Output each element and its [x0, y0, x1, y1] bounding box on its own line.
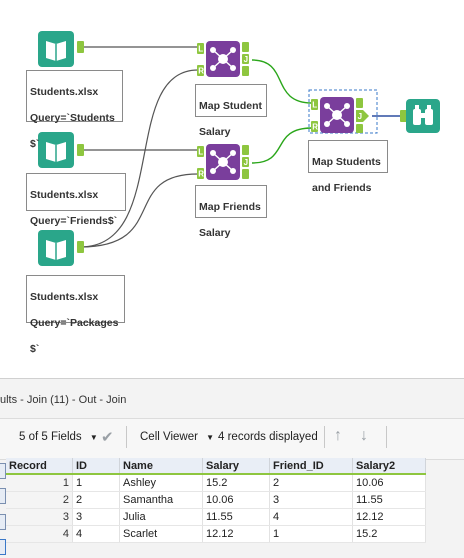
record-cell[interactable]: 4: [6, 525, 73, 543]
annotation-line: Query=`Packages: [30, 317, 119, 329]
annotation-line: Map Friends: [199, 201, 261, 213]
results-table: Record ID Name Salary Friend_ID Salary2 …: [6, 458, 426, 543]
table-cell[interactable]: 1: [72, 474, 120, 492]
column-header[interactable]: Salary: [202, 458, 270, 475]
input-data-tool[interactable]: [38, 31, 76, 72]
annotation-line: $`: [30, 343, 40, 355]
arrow-up-icon[interactable]: ↑: [334, 427, 342, 445]
column-header[interactable]: ID: [72, 458, 120, 475]
table-cell[interactable]: Ashley: [119, 474, 203, 492]
annotation-line: Students.xlsx: [30, 291, 99, 303]
table-cell[interactable]: 1: [269, 525, 353, 543]
table-cell[interactable]: 11.55: [202, 508, 270, 526]
join-icon: L R J: [197, 144, 249, 180]
table-cell[interactable]: 10.06: [202, 491, 270, 509]
fields-selector[interactable]: 5 of 5 Fields ▼: [19, 431, 98, 443]
browse-tool[interactable]: [406, 99, 440, 138]
fields-label: 5 of 5 Fields: [19, 431, 82, 443]
table-row[interactable]: 4 4 Scarlet 12.12 1 15.2: [6, 525, 426, 543]
table-cell[interactable]: 3: [72, 508, 120, 526]
column-header[interactable]: Salary2: [352, 458, 426, 475]
table-cell[interactable]: 15.2: [352, 525, 426, 543]
annotation-line: Query=`Students: [30, 112, 115, 124]
table-cell[interactable]: 4: [269, 508, 353, 526]
annotation-line: $`: [30, 138, 40, 150]
record-cell[interactable]: 1: [6, 474, 73, 492]
workflow-canvas[interactable]: Students.xlsx Query=`Students $` Student…: [0, 0, 464, 378]
tool-annotation[interactable]: Map Students and Friends: [308, 140, 388, 194]
table-header-row: Record ID Name Salary Friend_ID Salary2: [6, 458, 426, 475]
binoculars-icon: [406, 99, 440, 133]
chevron-down-icon: ▼: [206, 433, 215, 442]
tool-annotation[interactable]: Map Friends Salary: [195, 185, 267, 239]
table-cell[interactable]: 2: [72, 491, 120, 509]
join-icon: L R J: [197, 41, 249, 77]
annotation-line: and Friends: [312, 182, 372, 194]
anchor-label-join: J: [244, 55, 248, 64]
table-cell[interactable]: 11.55: [352, 491, 426, 509]
toolbar-divider: [126, 426, 127, 448]
anchor-label-right: R: [198, 67, 204, 76]
annotation-line: Salary: [199, 126, 231, 138]
records-displayed: 4 records displayed: [218, 431, 318, 443]
record-cell[interactable]: 3: [6, 508, 73, 526]
apply-checkmark-icon[interactable]: ✔: [101, 428, 114, 446]
table-cell[interactable]: 3: [269, 491, 353, 509]
annotation-line: Map Students: [312, 156, 381, 168]
join-tool[interactable]: L R J: [197, 40, 253, 83]
table-cell[interactable]: Samantha: [119, 491, 203, 509]
anchor-label-join: J: [244, 158, 248, 167]
toolbar-divider: [324, 426, 325, 448]
table-cell[interactable]: 2: [269, 474, 353, 492]
table-cell[interactable]: 15.2: [202, 474, 270, 492]
toolbar-divider: [386, 426, 387, 448]
cell-viewer-selector[interactable]: Cell Viewer ▼: [140, 431, 214, 443]
anchor-label-right: R: [312, 123, 318, 132]
table-cell[interactable]: Scarlet: [119, 525, 203, 543]
record-cell[interactable]: 2: [6, 491, 73, 509]
arrow-down-icon[interactable]: ↓: [360, 427, 368, 445]
tool-annotation[interactable]: Students.xlsx Query=`Students $`: [26, 70, 123, 150]
anchor-label-left: L: [312, 101, 317, 110]
join-tool-selected[interactable]: L R J: [311, 96, 371, 139]
table-row[interactable]: 1 1 Ashley 15.2 2 10.06: [6, 474, 426, 492]
table-cell[interactable]: 12.12: [352, 508, 426, 526]
table-row[interactable]: 2 2 Samantha 10.06 3 11.55: [6, 491, 426, 509]
table-cell[interactable]: 12.12: [202, 525, 270, 543]
tool-annotation[interactable]: Students.xlsx Query=`Packages $`: [26, 275, 125, 355]
anchor-label-left: L: [198, 148, 203, 157]
results-title: ults - Join (11) - Out - Join: [0, 394, 127, 406]
annotation-line: Map Student: [199, 100, 262, 112]
annotation-line: Students.xlsx: [30, 86, 99, 98]
annotation-line: Students.xlsx: [30, 189, 99, 201]
table-row[interactable]: 3 3 Julia 11.55 4 12.12: [6, 508, 426, 526]
column-header[interactable]: Name: [119, 458, 203, 475]
tool-annotation[interactable]: Students.xlsx Query=`Friends$`: [26, 173, 126, 227]
anchor-label-left: L: [198, 45, 203, 54]
annotation-line: Query=`Friends$`: [30, 215, 118, 227]
anchor-label-right: R: [198, 170, 204, 179]
anchor-label-join: J: [358, 112, 362, 121]
output-anchor[interactable]: [77, 241, 84, 253]
chevron-down-icon: ▼: [89, 433, 98, 442]
join-tool[interactable]: L R J: [197, 143, 253, 186]
column-header[interactable]: Friend_ID: [269, 458, 353, 475]
annotation-line: Salary: [199, 227, 231, 239]
output-anchor[interactable]: [77, 41, 84, 53]
table-cell[interactable]: 10.06: [352, 474, 426, 492]
book-icon: [38, 31, 74, 67]
table-cell[interactable]: 4: [72, 525, 120, 543]
table-cell[interactable]: Julia: [119, 508, 203, 526]
cell-viewer-label: Cell Viewer: [140, 431, 198, 443]
column-header[interactable]: Record: [6, 458, 73, 475]
join-icon: L R J: [311, 97, 369, 133]
tool-annotation[interactable]: Map Student Salary: [195, 84, 267, 138]
